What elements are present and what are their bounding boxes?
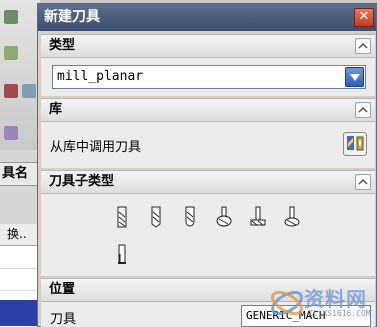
type-dropdown[interactable]: mill_planar xyxy=(52,65,366,89)
dropdown-arrow-button[interactable] xyxy=(345,67,364,87)
watermark-text: 资料网 xyxy=(304,287,367,311)
toolbar-icon[interactable] xyxy=(4,84,18,98)
dialog-title: 新建刀具 xyxy=(44,9,100,25)
library-tool-icon xyxy=(347,136,364,151)
background-toolbar xyxy=(0,0,40,150)
background-selected-row[interactable] xyxy=(0,300,40,326)
background-panel-header: 具名 xyxy=(0,162,40,186)
new-tool-dialog: 新建刀具 ✕ 类型 mill_planar 库 从库中调用刀具 刀具子类型 位置… xyxy=(37,3,377,327)
t-cutter-icon[interactable] xyxy=(215,206,233,228)
mill-tool-icon[interactable] xyxy=(113,206,131,228)
chevron-up-icon xyxy=(358,178,368,185)
section-subtype-title: 刀具子类型 xyxy=(49,174,115,189)
retrieve-from-library-label: 从库中调用刀具 xyxy=(50,140,142,155)
background-column-header[interactable]: 换.. xyxy=(0,224,40,246)
toolbar-icon[interactable] xyxy=(4,10,18,24)
section-subtype-body xyxy=(41,194,375,276)
type-dropdown-value: mill_planar xyxy=(57,69,144,84)
section-library-body: 从库中调用刀具 xyxy=(41,122,375,168)
toolbar-icon[interactable] xyxy=(4,46,18,60)
thread-mill-icon[interactable] xyxy=(113,244,131,266)
collapse-button[interactable] xyxy=(355,102,371,118)
dovetail-cutter-icon[interactable] xyxy=(283,206,301,228)
chevron-up-icon xyxy=(358,42,368,49)
watermark: 资料网 ZL.XS1616.COM xyxy=(268,280,377,327)
section-library-title: 库 xyxy=(49,102,63,117)
collapse-button[interactable] xyxy=(355,174,371,190)
section-type-body: mill_planar xyxy=(41,58,375,96)
toolbar-icon[interactable] xyxy=(4,126,18,140)
section-type-title: 类型 xyxy=(49,38,76,53)
chevron-up-icon xyxy=(358,106,368,113)
barrel-cutter-icon[interactable] xyxy=(249,206,267,228)
dialog-titlebar[interactable]: 新建刀具 ✕ xyxy=(38,4,376,31)
location-tool-label: 刀具 xyxy=(50,312,77,327)
collapse-button[interactable] xyxy=(355,38,371,54)
background-window: 具名 换.. xyxy=(0,0,40,327)
chevron-down-icon xyxy=(350,74,360,81)
close-button[interactable]: ✕ xyxy=(354,8,374,27)
watermark-url: ZL.XS1616.COM xyxy=(308,309,371,318)
retrieve-from-library-button[interactable] xyxy=(343,132,367,156)
column-label: 换.. xyxy=(7,227,27,241)
toolbar-icon[interactable] xyxy=(22,84,36,98)
section-library-header[interactable]: 库 xyxy=(41,98,375,122)
spherical-mill-icon[interactable] xyxy=(181,206,199,228)
chamfer-mill-icon[interactable] xyxy=(147,206,165,228)
section-type-header[interactable]: 类型 xyxy=(41,34,375,58)
close-icon: ✕ xyxy=(358,9,370,24)
section-location-title: 位置 xyxy=(49,282,76,297)
section-subtype-header[interactable]: 刀具子类型 xyxy=(41,170,375,194)
watermark-logo-icon xyxy=(271,290,303,316)
